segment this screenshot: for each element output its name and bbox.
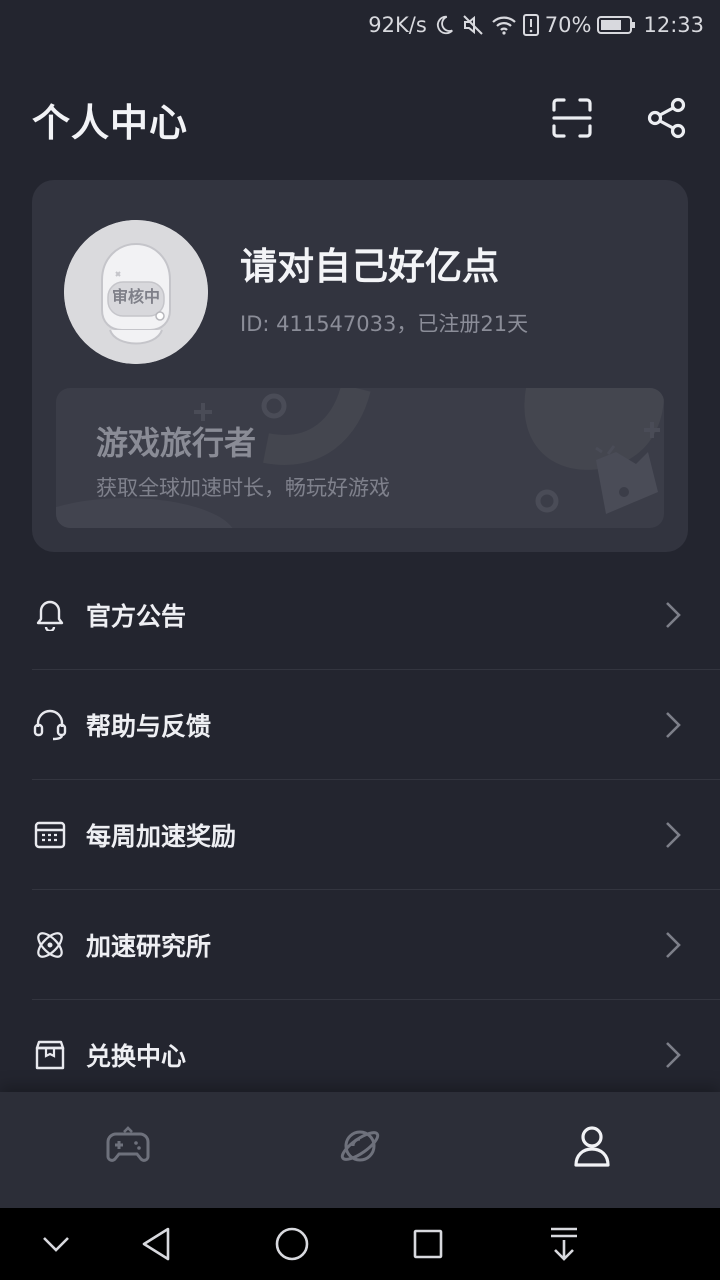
bell-icon	[32, 597, 68, 633]
nav-recents-button[interactable]	[408, 1224, 448, 1264]
mute-icon	[461, 13, 485, 37]
calendar-icon	[32, 817, 68, 853]
page-title: 个人中心	[32, 101, 189, 145]
share-icon	[647, 97, 686, 139]
clock: 12:33	[643, 13, 704, 37]
menu-label: 官方公告	[86, 602, 187, 631]
nav-back-button[interactable]	[136, 1224, 176, 1264]
chevron-right-icon	[666, 712, 681, 738]
share-button[interactable]	[645, 96, 689, 140]
net-speed: 92K/s	[368, 13, 427, 37]
battery-percent: 70%	[544, 13, 592, 37]
chevron-down-icon	[43, 1237, 69, 1252]
chevron-right-icon	[666, 932, 681, 958]
chevron-right-icon	[666, 822, 681, 848]
user-icon	[574, 1126, 610, 1167]
menu-item-help-feedback[interactable]: 帮助与反馈	[0, 670, 720, 780]
atom-icon	[32, 927, 68, 963]
username: 请对自己好亿点	[240, 245, 499, 288]
tab-profile[interactable]	[568, 1122, 616, 1170]
menu-item-weekly-reward[interactable]: 每周加速奖励	[0, 780, 720, 890]
scan-icon	[552, 98, 592, 138]
review-badge: 审核中	[111, 287, 160, 306]
wifi-icon	[491, 14, 517, 36]
battery-icon	[597, 14, 637, 36]
chevron-right-icon	[666, 602, 681, 628]
menu-label: 帮助与反馈	[86, 712, 212, 741]
nav-notification-pull-button[interactable]	[544, 1224, 584, 1264]
planet-icon	[340, 1130, 380, 1162]
system-nav-bar	[0, 1208, 720, 1280]
chevron-right-icon	[666, 1042, 681, 1068]
tab-discover[interactable]	[336, 1122, 384, 1170]
home-circle-icon	[275, 1227, 309, 1261]
menu-item-announcements[interactable]: 官方公告	[0, 560, 720, 670]
membership-banner[interactable]: 游戏旅行者 获取全球加速时长，畅玩好游戏	[56, 388, 664, 528]
avatar[interactable]: 审核中	[64, 220, 208, 364]
tab-games[interactable]	[104, 1122, 152, 1170]
menu-list: 官方公告 帮助与反馈 每周加速奖励 加速研究所 兑换中心	[0, 560, 720, 1110]
user-id: ID: 411547033，已注册21天	[240, 312, 529, 336]
nav-collapse-button[interactable]	[36, 1224, 76, 1264]
gift-box-icon	[32, 1037, 68, 1073]
menu-item-research-lab[interactable]: 加速研究所	[0, 890, 720, 1000]
nav-home-button[interactable]	[272, 1224, 312, 1264]
menu-label: 兑换中心	[86, 1042, 187, 1071]
page-header: 个人中心	[0, 78, 720, 158]
moon-icon	[433, 14, 455, 36]
profile-card: 审核中 请对自己好亿点 ID: 411547033，已注册21天 游戏旅行者 获…	[32, 180, 688, 552]
membership-subtitle: 获取全球加速时长，畅玩好游戏	[96, 476, 390, 500]
status-bar: 92K/s 70% 12:33	[0, 0, 720, 50]
gamepad-icon	[106, 1126, 150, 1162]
recents-square-icon	[413, 1229, 443, 1259]
menu-label: 每周加速奖励	[86, 822, 237, 851]
bottom-tab-bar	[0, 1092, 720, 1208]
sim-alert-icon	[522, 13, 539, 37]
membership-title: 游戏旅行者	[96, 424, 257, 462]
back-triangle-icon	[142, 1227, 170, 1261]
scan-button[interactable]	[550, 96, 594, 140]
menu-label: 加速研究所	[86, 932, 212, 961]
pull-down-icon	[551, 1227, 577, 1261]
headset-icon	[32, 707, 68, 743]
